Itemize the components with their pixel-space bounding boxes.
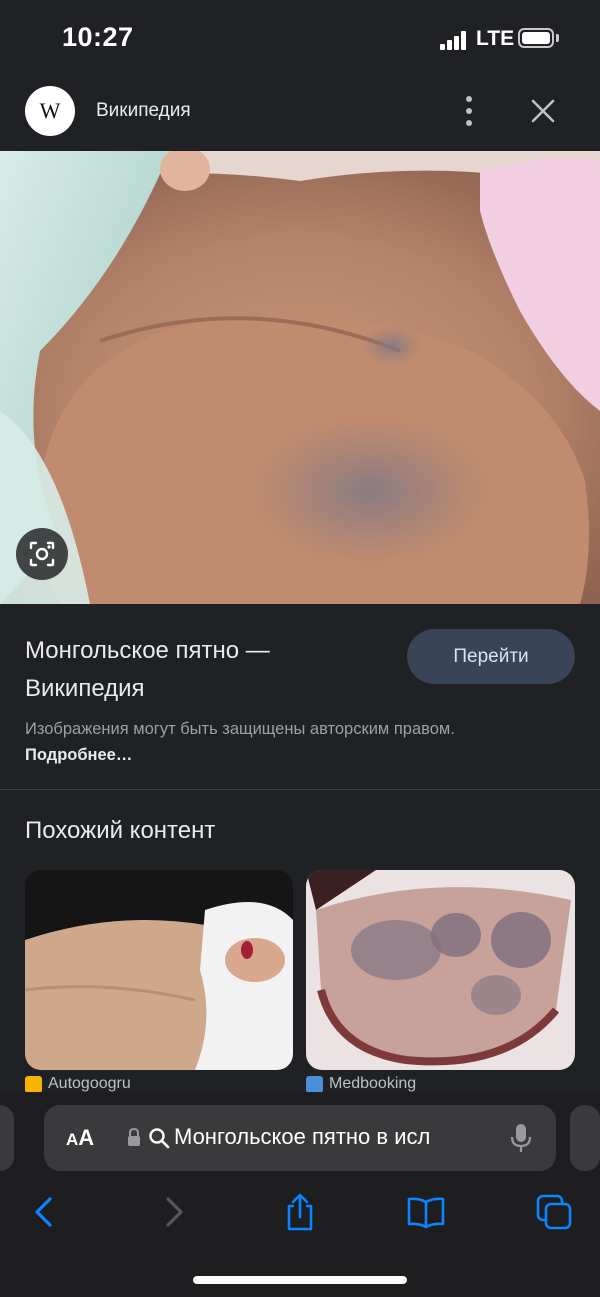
related-image-2[interactable]: [306, 870, 575, 1070]
microphone-icon[interactable]: [510, 1123, 532, 1153]
bookmarks-button[interactable]: [404, 1190, 448, 1234]
search-icon: [149, 1128, 170, 1149]
tabs-icon: [536, 1194, 572, 1230]
status-bar: 10:27 LTE: [0, 0, 600, 80]
battery-icon: [518, 28, 554, 48]
camera-search-icon: [29, 541, 55, 567]
related-image-1[interactable]: [25, 870, 293, 1070]
site-name: Википедия: [96, 100, 191, 121]
favicon-icon: [25, 1075, 42, 1093]
address-query[interactable]: Монгольское пятно в исл: [174, 1124, 504, 1150]
address-bar[interactable]: AA Монгольское пятно в исл: [44, 1105, 556, 1171]
result-header: W Википедия: [0, 80, 600, 150]
more-info-link[interactable]: Подробнее…: [25, 746, 132, 764]
home-indicator[interactable]: [193, 1276, 407, 1284]
favicon-icon: [306, 1075, 323, 1093]
back-button[interactable]: [22, 1190, 66, 1234]
visit-button[interactable]: Перейти: [407, 629, 575, 684]
signal-icon: [440, 30, 468, 50]
divider: [0, 789, 600, 790]
copyright-notice: Изображения могут быть защищены авторски…: [25, 716, 565, 768]
chevron-left-icon: [35, 1197, 52, 1227]
related-heading: Похожий контент: [25, 817, 216, 844]
related-source-2[interactable]: Medbooking: [306, 1075, 416, 1093]
share-icon: [287, 1193, 313, 1231]
next-tab-preview[interactable]: [570, 1105, 600, 1171]
copyright-text: Изображения могут быть защищены авторски…: [25, 720, 455, 738]
book-icon: [407, 1197, 445, 1229]
status-time: 10:27: [62, 22, 134, 52]
network-type: LTE: [476, 27, 515, 50]
text-size-button[interactable]: AA: [66, 1125, 94, 1151]
chevron-right-icon: [166, 1197, 183, 1227]
forward-button[interactable]: [152, 1190, 196, 1234]
close-icon[interactable]: [526, 94, 560, 128]
wikipedia-logo: W: [25, 86, 75, 136]
preview-image[interactable]: [0, 151, 600, 604]
result-title[interactable]: Монгольское пятно — Википедия: [25, 632, 385, 708]
related-source-1[interactable]: Autogoogru: [25, 1075, 131, 1093]
tabs-button[interactable]: [532, 1190, 576, 1234]
previous-tab-preview[interactable]: [0, 1105, 14, 1171]
share-button[interactable]: [278, 1190, 322, 1234]
more-options-icon[interactable]: [458, 94, 480, 128]
lens-search-button[interactable]: [16, 528, 68, 580]
lock-icon: [128, 1127, 140, 1146]
